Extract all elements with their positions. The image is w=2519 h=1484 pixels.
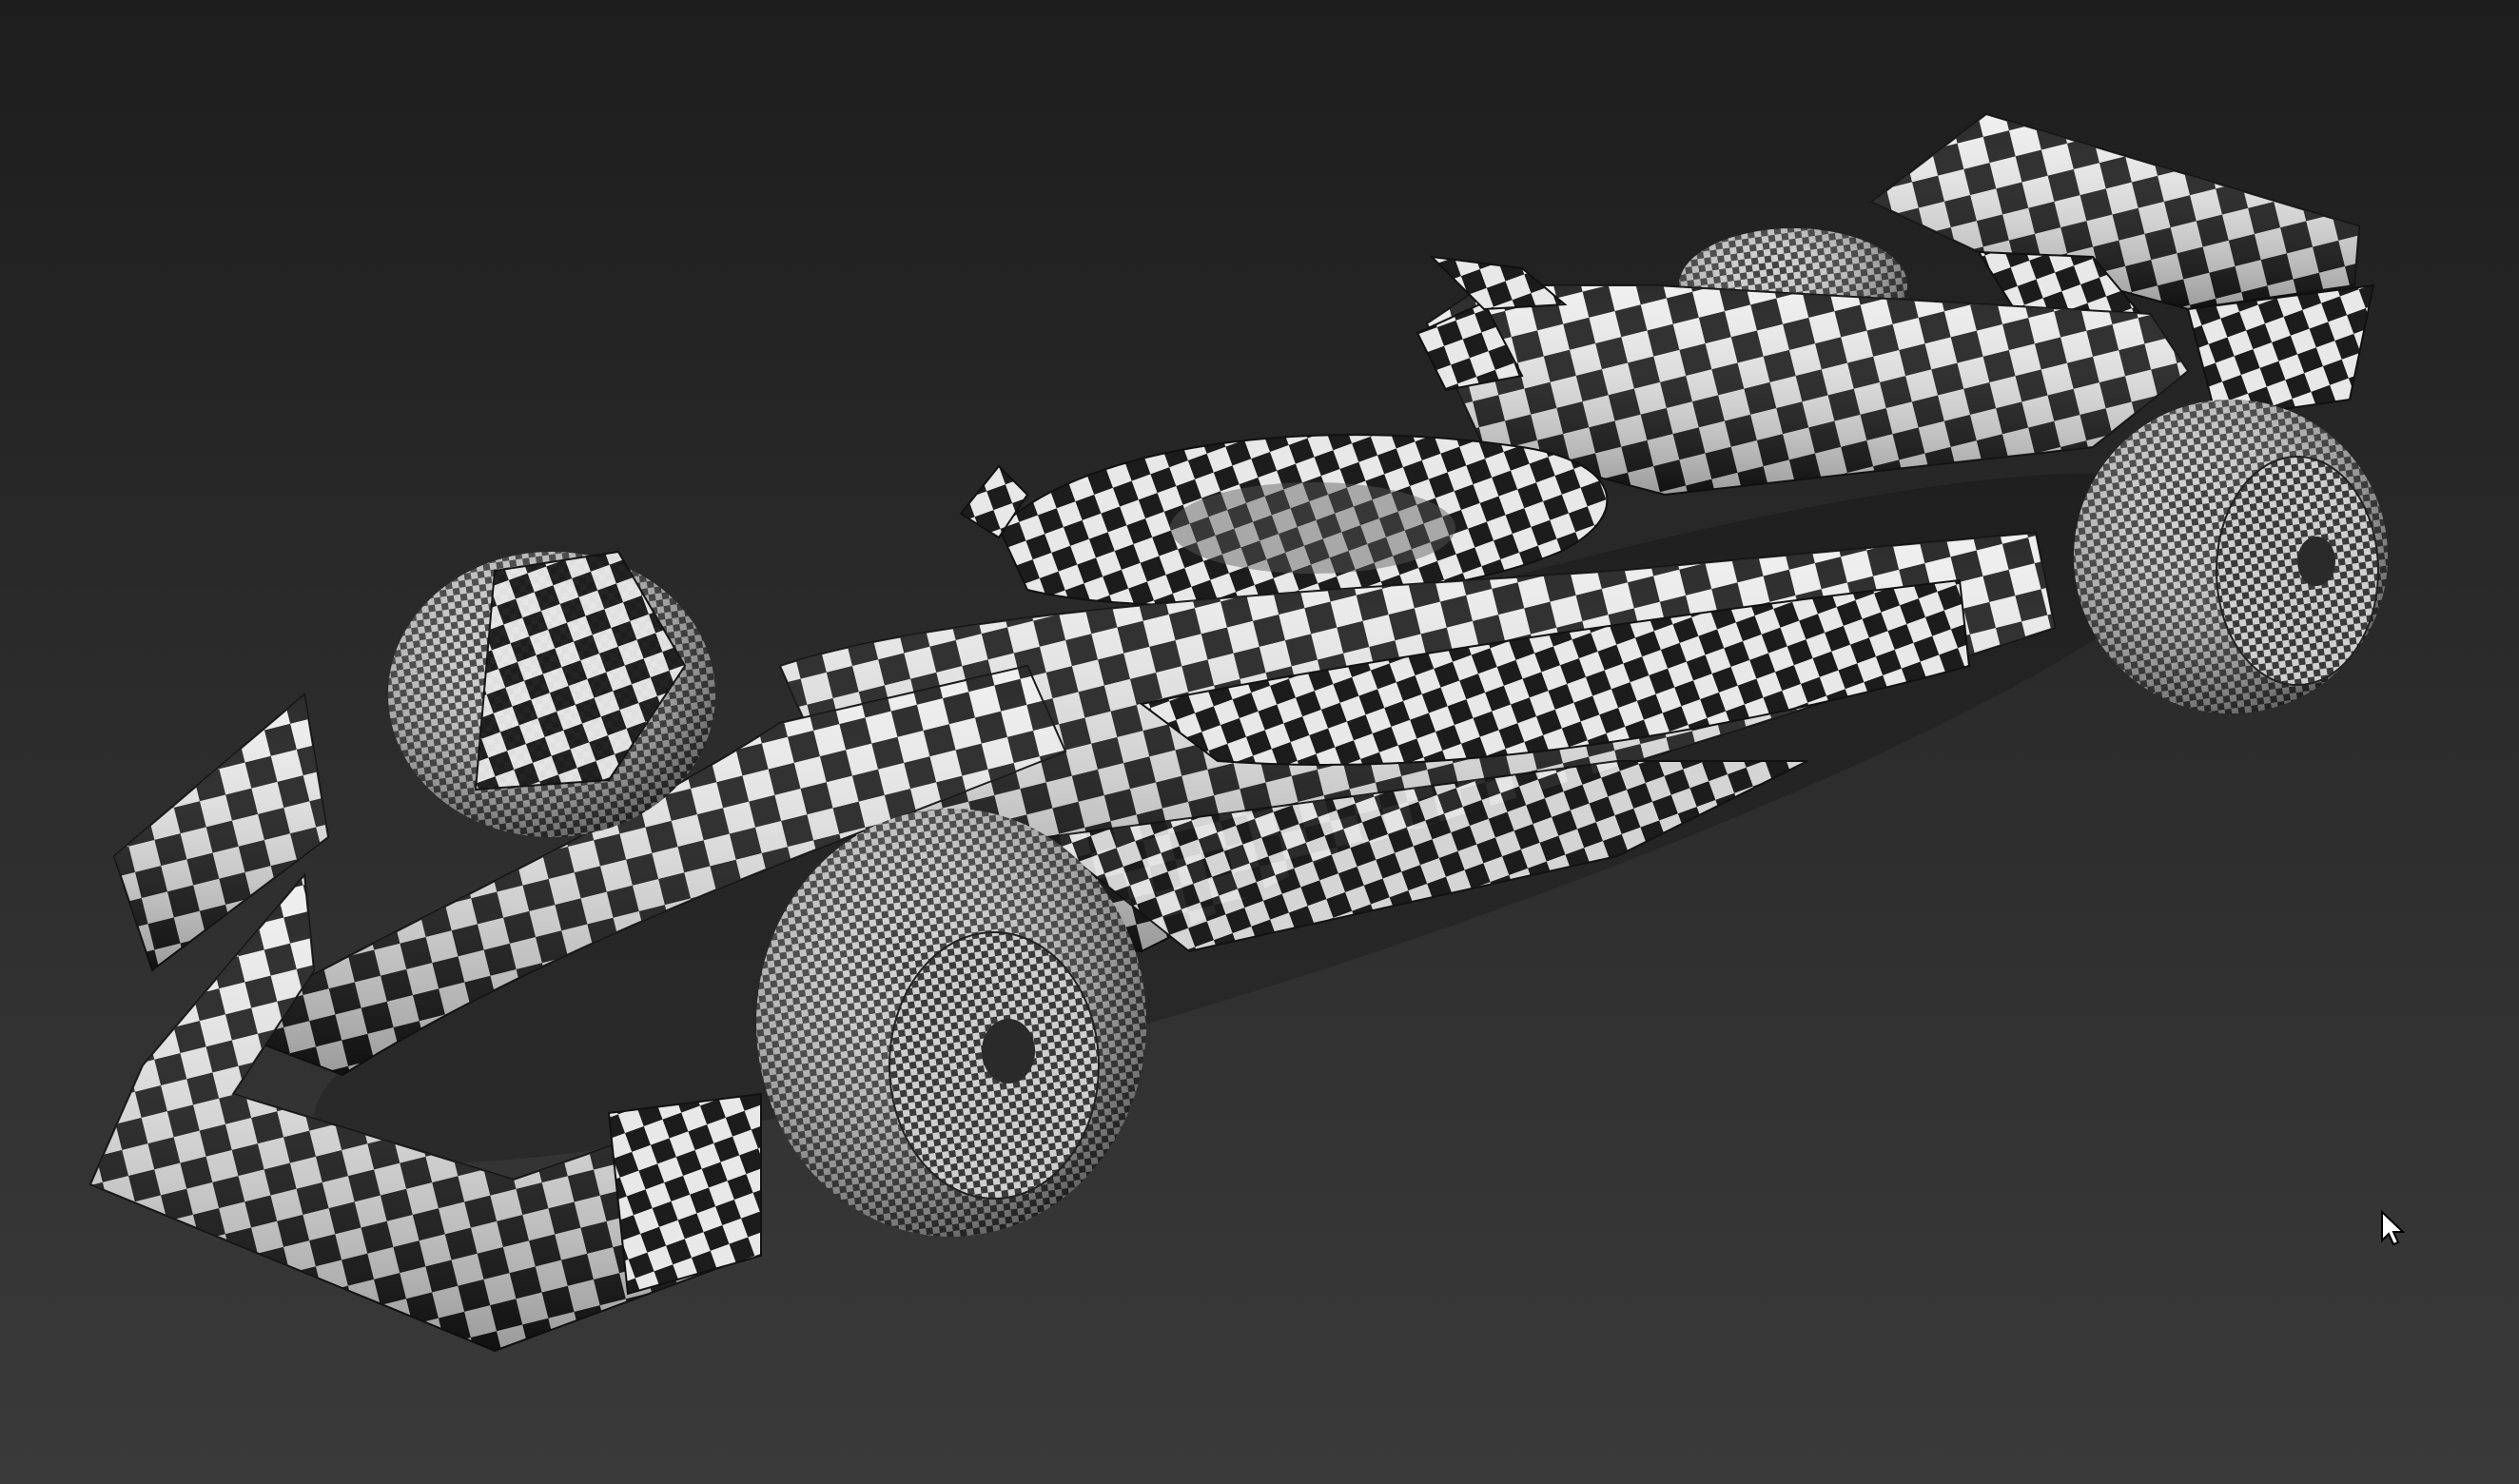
arrow-cursor-icon [2381,1210,2405,1246]
rear-right-tyre[interactable] [2074,400,2388,713]
front-left-tyre[interactable] [388,550,715,837]
3d-viewport[interactable] [0,0,2519,1484]
front-right-tyre[interactable] [756,809,1146,1237]
car-model-scene[interactable] [0,0,2519,1484]
